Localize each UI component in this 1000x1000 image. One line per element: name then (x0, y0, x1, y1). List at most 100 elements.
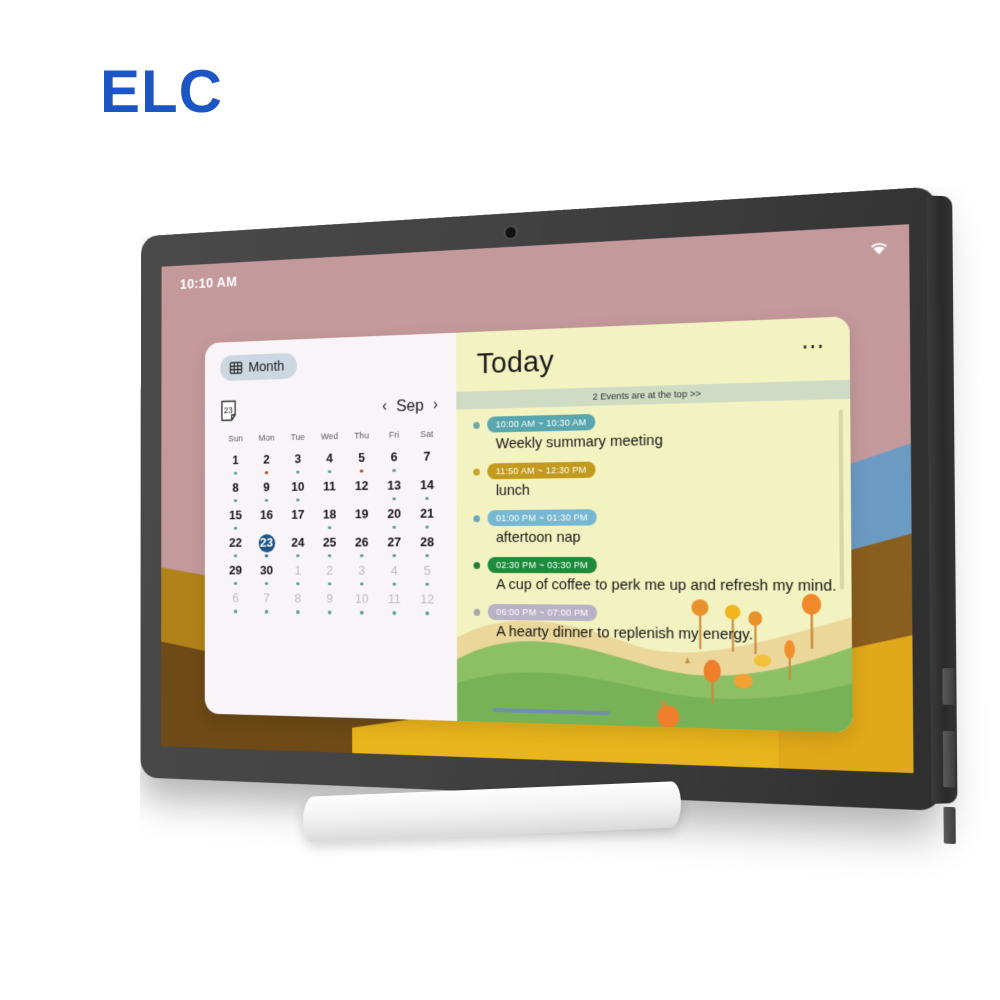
calendar-day-number: 4 (326, 450, 333, 466)
calendar-day-22[interactable]: 22 (220, 535, 251, 558)
calendar-day-event-dot (233, 498, 238, 503)
calendar-grid: 1 2 3 4 5 6 7 8 9 10 11 12 13 14 15 16 17 18 19 20 21 22 23 24 2… (220, 447, 444, 615)
calendar-day-event-dot (264, 581, 269, 586)
calendar-day-18[interactable]: 18 (314, 506, 346, 530)
event-item[interactable]: 02:30 PM ~ 03:30 PM A cup of coffee to pe… (473, 556, 852, 595)
event-item[interactable]: 11:50 AM ~ 12:30 PM lunch (473, 457, 851, 499)
calendar-day-5[interactable]: 5 (411, 562, 444, 587)
calendar-day-12[interactable]: 12 (346, 477, 378, 501)
calendar-day-1[interactable]: 1 (220, 451, 251, 475)
view-mode-month-button[interactable]: Month (220, 352, 297, 382)
more-options-icon[interactable]: ⋯ (801, 332, 826, 359)
calendar-day-6[interactable]: 6 (378, 448, 411, 473)
page-indicator-bar[interactable] (492, 707, 611, 716)
calendar-day-8[interactable]: 8 (282, 590, 314, 614)
calendar-day-29[interactable]: 29 (220, 562, 251, 586)
calendar-day-13[interactable]: 13 (378, 477, 411, 501)
calendar-day-19[interactable]: 19 (346, 506, 378, 530)
calendar-day-1[interactable]: 1 (282, 562, 314, 586)
calendar-day-10[interactable]: 10 (346, 591, 378, 615)
calendar-day-4[interactable]: 4 (378, 562, 411, 587)
calendar-day-number: 26 (354, 534, 369, 550)
today-pane: Today ⋯ 2 Events are at the top >> 10:00… (456, 316, 853, 733)
event-item[interactable]: 10:00 AM ~ 10:30 AM Weekly summary meetin… (473, 407, 850, 453)
calendar-day-5[interactable]: 5 (345, 449, 377, 473)
calendar-day-event-dot (233, 471, 238, 475)
calendar-day-14[interactable]: 14 (410, 476, 443, 501)
calendar-day-9[interactable]: 9 (314, 590, 346, 614)
event-time-row: 02:30 PM ~ 03:30 PM (473, 556, 852, 574)
calendar-day-event-dot (425, 468, 428, 472)
calendar-day-3[interactable]: 3 (282, 450, 314, 474)
calendar-day-event-dot (392, 553, 396, 558)
calendar-day-2[interactable]: 2 (314, 562, 346, 586)
status-bar: 10:10 AM (162, 224, 910, 304)
vertical-scrollbar[interactable] (838, 409, 845, 590)
calendar-day-11[interactable]: 11 (378, 591, 411, 615)
volume-button[interactable] (942, 730, 956, 788)
calendar-day-number: 10 (291, 479, 305, 494)
tablet-bezel: 10:10 AM Month 23 ‹ Sep › Sun Mon Tue We… (140, 186, 942, 811)
calendar-day-number: 12 (354, 478, 369, 494)
calendar-day-3[interactable]: 3 (346, 562, 378, 586)
event-time-row: 06:00 PM ~ 07:00 PM (473, 603, 852, 624)
calendar-day-30[interactable]: 30 (251, 562, 282, 586)
calendar-day-23[interactable]: 23 (251, 534, 282, 558)
event-item[interactable]: 01:00 PM ~ 01:30 PM aftertoon nap (473, 507, 851, 546)
calendar-day-6[interactable]: 6 (220, 590, 251, 613)
calendar-day-event-dot (392, 582, 396, 587)
page-title: Today (476, 344, 555, 381)
calendar-day-7[interactable]: 7 (251, 590, 282, 614)
calendar-day-number: 3 (294, 451, 302, 466)
calendar-day-number: 10 (355, 591, 369, 607)
calendar-day-event-dot (328, 498, 331, 502)
chevron-right-icon[interactable]: › (433, 396, 438, 413)
chevron-left-icon[interactable]: ‹ (382, 397, 387, 414)
calendar-day-event-dot (425, 525, 429, 529)
calendar-day-number: 17 (291, 507, 305, 522)
calendar-day-26[interactable]: 26 (346, 534, 378, 558)
calendar-day-event-dot (360, 553, 364, 558)
calendar-day-number: 7 (423, 448, 431, 464)
calendar-day-27[interactable]: 27 (378, 534, 411, 558)
calendar-day-event-dot (296, 498, 300, 502)
calendar-day-25[interactable]: 25 (314, 534, 346, 558)
calendar-day-2[interactable]: 2 (251, 451, 282, 475)
calendar-day-7[interactable]: 7 (410, 447, 443, 471)
calendar-week-row: 6 7 8 9 10 11 12 (220, 590, 444, 615)
event-item[interactable]: 06:00 PM ~ 07:00 PM A hearty dinner to re… (473, 603, 852, 645)
weekday-header-tue: Tue (290, 432, 305, 443)
calendar-day-16[interactable]: 16 (251, 507, 282, 530)
tablet-screen: 10:10 AM Month 23 ‹ Sep › Sun Mon Tue We… (161, 224, 914, 774)
calendar-day-24[interactable]: 24 (282, 534, 314, 558)
calendar-day-21[interactable]: 21 (411, 505, 444, 529)
extra-button[interactable] (943, 806, 956, 845)
power-button[interactable] (942, 667, 955, 706)
weekday-header-mon: Mon (258, 432, 275, 444)
calendar-date-icon[interactable]: 23 (220, 400, 238, 422)
calendar-day-event-dot (360, 526, 363, 530)
calendar-day-10[interactable]: 10 (282, 478, 314, 502)
calendar-day-event-dot (233, 554, 238, 558)
event-time-badge: 10:00 AM ~ 10:30 AM (487, 413, 596, 433)
calendar-day-event-dot (360, 497, 363, 501)
calendar-day-4[interactable]: 4 (314, 449, 346, 474)
calendar-day-11[interactable]: 11 (314, 478, 346, 502)
calendar-day-20[interactable]: 20 (378, 505, 411, 529)
calendar-day-8[interactable]: 8 (220, 479, 251, 503)
page-root: ELC 10:10 AM Month 23 ‹ Sep › Sun Mon Tu… (0, 0, 1000, 1000)
calendar-day-event-dot (296, 526, 299, 529)
event-title: lunch (495, 481, 530, 500)
calendar-day-28[interactable]: 28 (411, 534, 444, 558)
calendar-pane: Month 23 ‹ Sep › Sun Mon Tue Wed Thu Fri… (205, 333, 457, 721)
calendar-day-9[interactable]: 9 (251, 479, 282, 502)
events-banner[interactable]: 2 Events are at the top >> (456, 379, 851, 410)
calendar-day-number: 18 (322, 506, 337, 522)
calendar-day-15[interactable]: 15 (220, 507, 251, 530)
event-time-row: 11:50 AM ~ 12:30 PM (473, 457, 850, 480)
calendar-day-17[interactable]: 17 (282, 506, 314, 529)
calendar-day-event-dot (233, 609, 238, 613)
calendar-day-12[interactable]: 12 (411, 591, 444, 615)
weekday-header-sun: Sun (228, 433, 243, 445)
weekday-header-thu: Thu (354, 430, 369, 442)
